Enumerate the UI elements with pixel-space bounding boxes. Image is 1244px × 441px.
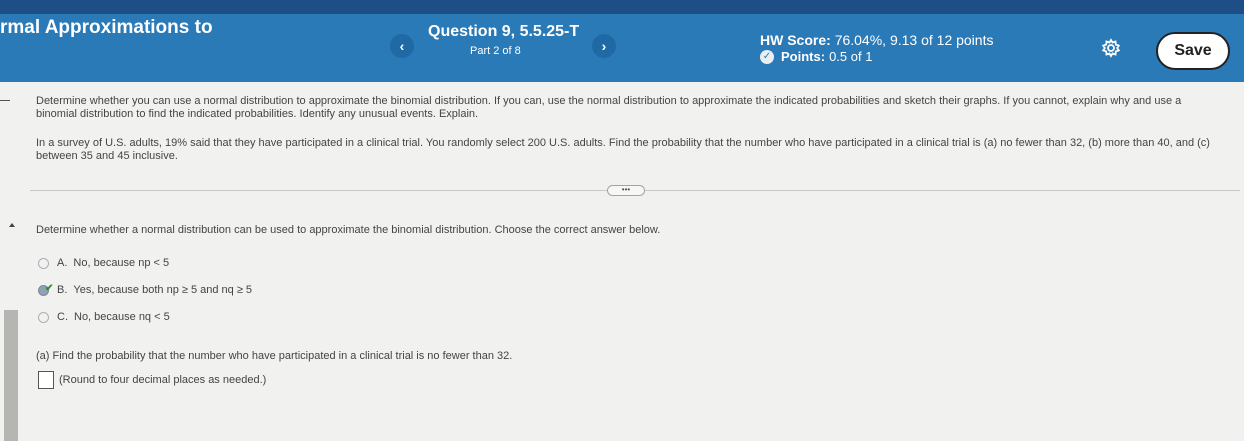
- next-question-button[interactable]: ›: [592, 34, 616, 58]
- expand-more-button[interactable]: •••: [607, 185, 645, 196]
- option-letter: B.: [57, 284, 68, 296]
- radio-button-selected[interactable]: ✔: [38, 283, 53, 296]
- problem-intro: Determine whether you can use a normal d…: [36, 95, 1182, 120]
- chevron-left-icon: ‹: [399, 38, 405, 54]
- radio-button[interactable]: [38, 311, 49, 323]
- header-bar: rmal Approximations to ‹ Question 9, 5.5…: [0, 14, 1244, 82]
- answer-option-c[interactable]: C. No, because nq < 5: [38, 311, 170, 323]
- side-scroll-bar[interactable]: [4, 310, 18, 441]
- page-title: rmal Approximations to: [0, 17, 213, 38]
- previous-question-button[interactable]: ‹: [390, 34, 414, 58]
- answer-input-box[interactable]: [38, 371, 54, 389]
- option-text: Yes, because both np ≥ 5 and nq ≥ 5: [73, 284, 253, 296]
- points-value: 0.5 of 1: [829, 49, 873, 64]
- part-a-prompt: (a) Find the probability that the number…: [36, 350, 513, 362]
- partial-credit-icon: ✓: [760, 49, 774, 64]
- left-rail: [0, 82, 20, 441]
- hw-score-label: HW Score:: [760, 32, 831, 48]
- hw-score-value: 76.04%, 9.13 of 12 points: [834, 32, 994, 48]
- option-letter: C.: [57, 311, 68, 323]
- part-a-answer-row: (Round to four decimal places as needed.…: [38, 371, 266, 389]
- settings-gear-icon[interactable]: [1101, 38, 1121, 58]
- part-label: Part 2 of 8: [470, 45, 521, 57]
- option-text: No, because nq < 5: [74, 311, 170, 323]
- rounding-hint: (Round to four decimal places as needed.…: [59, 374, 267, 386]
- points-label: Points:: [781, 49, 826, 64]
- option-text: No, because np < 5: [73, 257, 170, 269]
- hw-score: HW Score: 76.04%, 9.13 of 12 points: [760, 32, 993, 48]
- problem-scenario: In a survey of U.S. adults, 19% said tha…: [36, 137, 1210, 162]
- top-strip: [0, 0, 1244, 14]
- save-button[interactable]: Save: [1156, 32, 1230, 70]
- option-letter: A.: [57, 257, 68, 269]
- question-prompt: Determine whether a normal distribution …: [36, 224, 661, 236]
- collapse-dash-icon[interactable]: [0, 100, 10, 101]
- question-label: Question 9, 5.5.25-T: [428, 23, 580, 40]
- answer-option-a[interactable]: A. No, because np < 5: [38, 257, 169, 269]
- points: ✓ Points: 0.5 of 1: [760, 49, 872, 64]
- chevron-right-icon: ›: [601, 38, 607, 54]
- radio-button[interactable]: [38, 257, 49, 269]
- answer-option-b[interactable]: ✔ B. Yes, because both np ≥ 5 and nq ≥ 5: [38, 283, 253, 296]
- collapse-triangle-icon[interactable]: [9, 223, 15, 227]
- checkmark-icon: ✔: [45, 282, 54, 294]
